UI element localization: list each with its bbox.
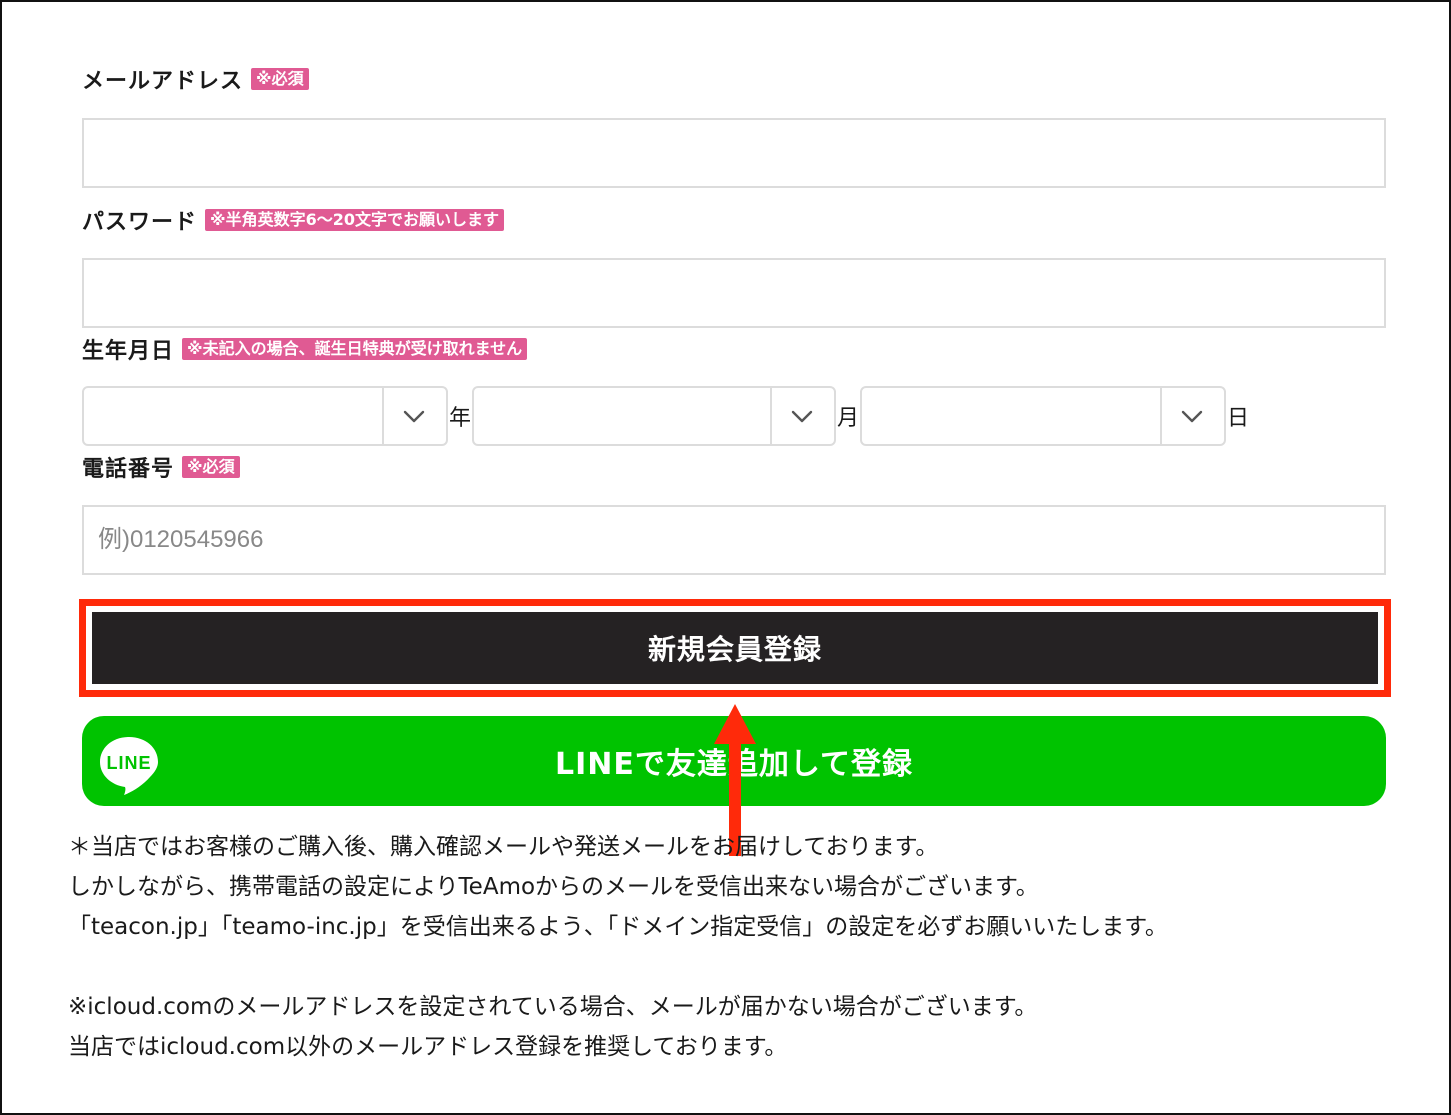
birth-year-select[interactable] — [82, 386, 448, 446]
line-logo-text: LINE — [106, 753, 151, 773]
select-divider — [382, 388, 384, 444]
required-badge: ※必須 — [182, 456, 240, 478]
select-divider — [1160, 388, 1162, 444]
birth-day-select[interactable] — [860, 386, 1226, 446]
required-badge: ※必須 — [251, 68, 309, 90]
phone-label-row: 電話番号 ※必須 — [82, 452, 240, 482]
year-unit: 年 — [449, 406, 472, 431]
phone-input[interactable] — [82, 505, 1386, 575]
line-logo-icon: LINE — [100, 737, 158, 795]
notes-block: ＊当店ではお客様のご購入後、購入確認メールや発送メールをお届けしております。 し… — [68, 827, 1168, 1067]
note-line: ※icloud.comのメールアドレスを設定されている場合、メールが届かない場合… — [68, 994, 1038, 1020]
email-label: メールアドレス — [82, 69, 244, 94]
password-input[interactable] — [82, 258, 1386, 328]
chevron-down-icon — [403, 410, 425, 423]
chevron-down-icon — [1181, 410, 1203, 423]
birthday-note-badge: ※未記入の場合、誕生日特典が受け取れません — [182, 338, 528, 360]
phone-label: 電話番号 — [82, 457, 175, 482]
password-hint-badge: ※半角英数字6〜20文字でお願いします — [205, 209, 504, 231]
birthday-label: 生年月日 — [82, 339, 175, 364]
chevron-down-icon — [791, 410, 813, 423]
note-spacer — [68, 947, 1168, 987]
register-button-highlight: 新規会員登録 — [79, 599, 1391, 697]
password-label-row: パスワード ※半角英数字6〜20文字でお願いします — [82, 205, 504, 235]
day-unit: 日 — [1227, 406, 1250, 431]
note-line: 当店ではicloud.com以外のメールアドレス登録を推奨しております。 — [68, 1034, 788, 1060]
register-button[interactable]: 新規会員登録 — [92, 612, 1378, 684]
email-label-row: メールアドレス ※必須 — [82, 64, 309, 94]
note-line: 「teacon.jp」「teamo-inc.jp」を受信出来るよう、「ドメイン指… — [68, 914, 1168, 940]
select-divider — [770, 388, 772, 444]
month-unit: 月 — [837, 406, 860, 431]
note-line: しかしながら、携帯電話の設定によりTeAmoからのメールを受信出来ない場合がござ… — [68, 874, 1039, 900]
email-input[interactable] — [82, 118, 1386, 188]
note-line: ＊当店ではお客様のご購入後、購入確認メールや発送メールをお届けしております。 — [68, 834, 939, 860]
birthday-label-row: 生年月日 ※未記入の場合、誕生日特典が受け取れません — [82, 334, 528, 364]
password-label: パスワード — [82, 210, 198, 235]
birth-month-select[interactable] — [472, 386, 836, 446]
